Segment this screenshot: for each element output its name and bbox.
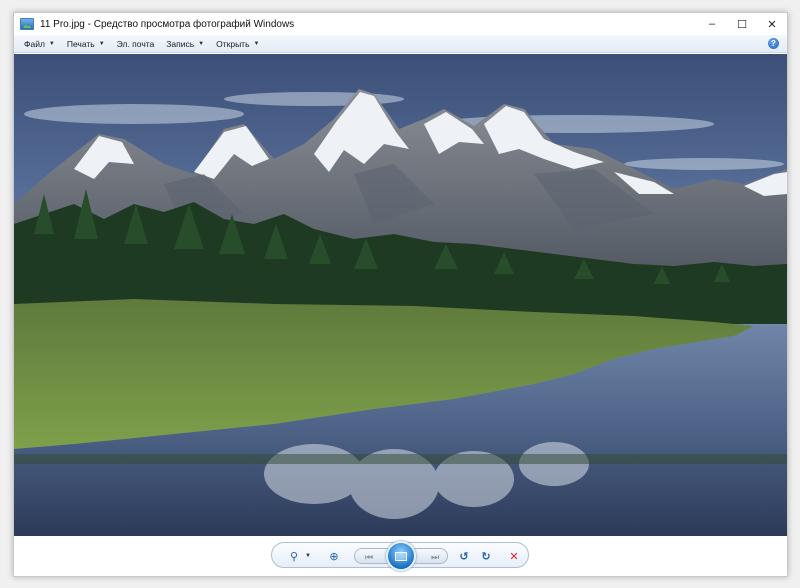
window-controls: – ☐ ✕ — [697, 13, 787, 35]
slideshow-button[interactable] — [386, 541, 416, 571]
minimize-button[interactable]: – — [697, 13, 727, 35]
chevron-down-icon: ▼ — [198, 40, 205, 47]
menu-open[interactable]: Открыть ▼ — [210, 39, 265, 49]
chevron-down-icon: ▼ — [98, 40, 105, 47]
bottom-toolbar: ⚲ ▼ ⊕ ⏮ ⏭ ↺ ↻ ✕ — [14, 536, 787, 576]
menu-burn-label: Запись — [166, 38, 195, 49]
close-button[interactable]: ✕ — [757, 13, 787, 35]
rotate-left-icon[interactable]: ↺ — [456, 548, 472, 564]
maximize-button[interactable]: ☐ — [727, 13, 757, 35]
menu-bar: Файл ▼ Печать ▼ Эл. почта Запись ▼ Откры… — [14, 35, 787, 53]
next-icon[interactable]: ⏭ — [427, 549, 443, 565]
title-bar[interactable]: 11 Pro.jpg - Средство просмотра фотограф… — [14, 13, 787, 35]
window-title: 11 Pro.jpg - Средство просмотра фотограф… — [40, 18, 295, 30]
menu-email-label: Эл. почта — [116, 38, 155, 49]
rotate-right-icon[interactable]: ↻ — [478, 548, 494, 564]
viewer-controls: ⚲ ▼ ⊕ ⏮ ⏭ ↺ ↻ ✕ — [271, 541, 529, 571]
photo-viewer-app-icon — [20, 18, 34, 30]
photo-display[interactable] — [14, 54, 787, 536]
menu-email[interactable]: Эл. почта — [111, 39, 161, 49]
menu-open-label: Открыть — [216, 38, 250, 49]
menu-file[interactable]: Файл ▼ — [18, 39, 61, 49]
mountain-landscape-photo — [14, 54, 787, 536]
help-icon[interactable]: ? — [768, 38, 779, 49]
chevron-down-icon: ▼ — [48, 40, 55, 47]
menu-print-label: Печать — [66, 38, 95, 49]
menu-file-label: Файл — [24, 38, 45, 49]
photo-viewer-window: 11 Pro.jpg - Средство просмотра фотограф… — [13, 12, 788, 577]
slideshow-icon — [395, 551, 407, 561]
menu-burn[interactable]: Запись ▼ — [160, 39, 210, 49]
menu-print[interactable]: Печать ▼ — [61, 39, 111, 49]
actual-size-icon[interactable]: ⊕ — [326, 548, 342, 564]
delete-icon[interactable]: ✕ — [506, 548, 522, 564]
chevron-down-icon[interactable]: ▼ — [300, 548, 316, 564]
chevron-down-icon: ▼ — [253, 40, 260, 47]
previous-icon[interactable]: ⏮ — [361, 549, 377, 565]
